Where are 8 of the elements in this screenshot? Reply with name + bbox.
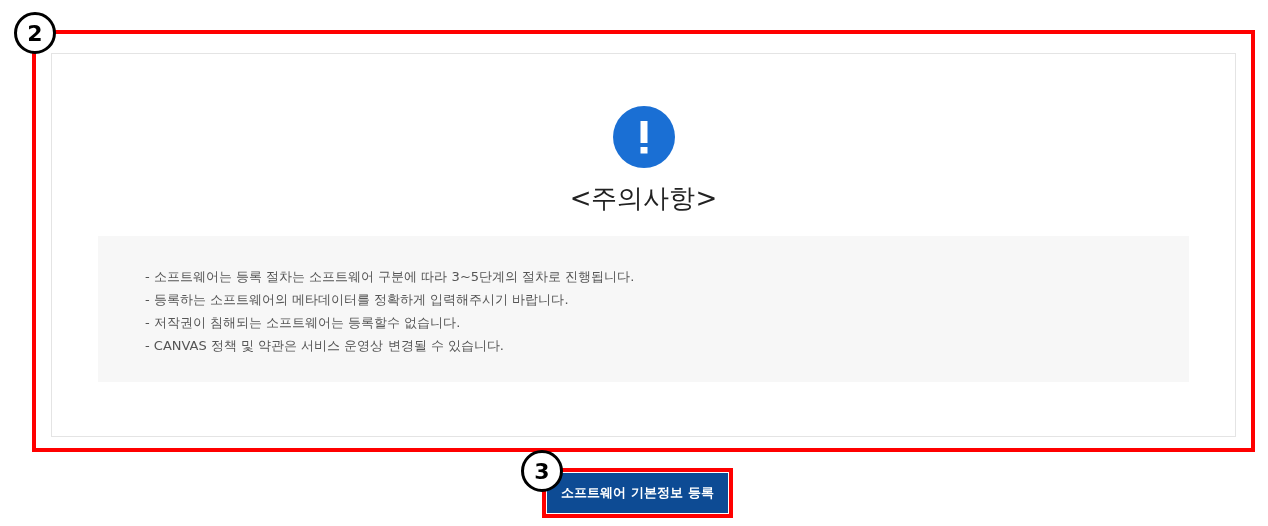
exclamation-icon — [612, 106, 675, 168]
notice-text: - 등록하는 소프트웨어의 메타데이터를 정확하게 입력해주시기 바랍니다. — [145, 291, 570, 309]
notice-text: - 소프트웨어는 등록 절차는 소프트웨어 구분에 따라 3~5단계의 절차로 진행됩니다. — [145, 268, 636, 286]
notice-text: - CANVAS 정책 및 약관은 서비스 운영상 변경될 수 있습니다. — [145, 337, 505, 355]
callout-number: 3 — [521, 450, 563, 492]
callout-number: 2 — [14, 12, 56, 54]
notice-text: - 저작권이 침해되는 소프트웨어는 등록할수 없습니다. — [145, 314, 462, 332]
notice-title: <주의사항> — [569, 182, 718, 214]
